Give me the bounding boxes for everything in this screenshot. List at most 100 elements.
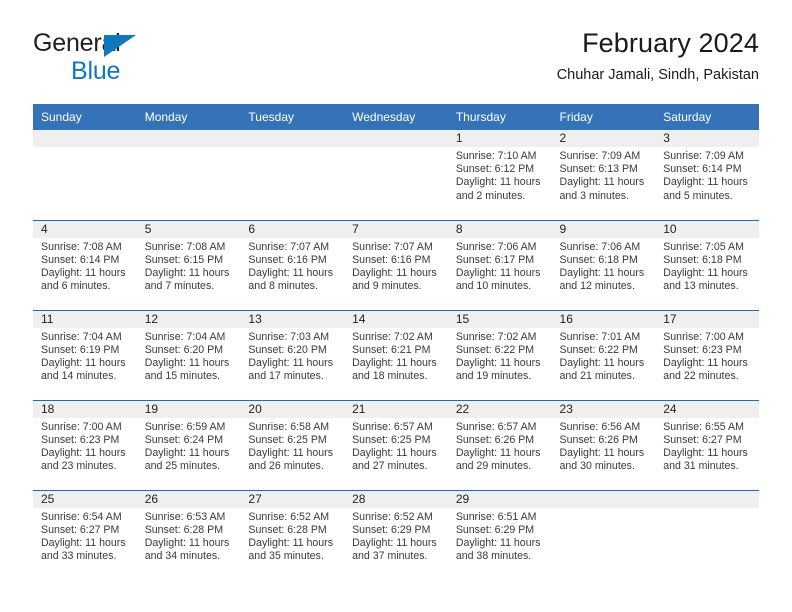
calendar-day-cell[interactable]: 21 Sunrise: 6:57 AM Sunset: 6:25 PM Dayligh…: [344, 399, 448, 490]
calendar-day-cell[interactable]: 19 Sunrise: 6:59 AM Sunset: 6:24 PM Dayligh…: [136, 399, 241, 490]
day-daylight1-text: Daylight: 11 hours: [144, 356, 230, 369]
day-sun-info: Sunrise: 6:54 AM Sunset: 6:27 PM Daylight:…: [33, 508, 137, 564]
calendar-day-cell[interactable]: 16 Sunrise: 7:01 AM Sunset: 6:22 PM Dayligh…: [551, 309, 656, 400]
day-number: 5: [136, 220, 241, 238]
calendar-day-cell[interactable]: 25 Sunrise: 6:54 AM Sunset: 6:27 PM Dayligh…: [33, 489, 137, 580]
day-sun-info: Sunrise: 6:57 AM Sunset: 6:25 PM Daylight:…: [344, 418, 448, 474]
calendar-day-cell-empty: [240, 130, 345, 220]
day-daylight1-text: Daylight: 11 hours: [352, 446, 437, 459]
calendar-day-cell[interactable]: 24 Sunrise: 6:55 AM Sunset: 6:27 PM Dayligh…: [655, 399, 759, 490]
calendar-day-cell[interactable]: 10 Sunrise: 7:05 AM Sunset: 6:18 PM Dayligh…: [655, 219, 759, 310]
day-sunrise-text: Sunrise: 7:08 AM: [41, 240, 122, 253]
day-sunrise-text: Sunrise: 7:02 AM: [352, 330, 433, 343]
calendar-day-cell[interactable]: 29 Sunrise: 6:51 AM Sunset: 6:29 PM Dayligh…: [447, 489, 552, 580]
weekday-header-saturday: Saturday: [655, 104, 759, 130]
day-daylight2-text: and 21 minutes.: [559, 370, 635, 383]
day-sun-info: Sunrise: 7:06 AM Sunset: 6:17 PM Daylight:…: [448, 238, 552, 294]
calendar-day-cell[interactable]: 8 Sunrise: 7:06 AM Sunset: 6:17 PM Daylight…: [447, 219, 552, 310]
day-daylight1-text: Daylight: 11 hours: [663, 356, 748, 369]
calendar-day-cell[interactable]: 23 Sunrise: 6:56 AM Sunset: 6:26 PM Dayligh…: [551, 399, 656, 490]
day-sunrise-text: Sunrise: 6:52 AM: [248, 510, 330, 523]
day-daylight2-text: and 31 minutes.: [663, 460, 739, 473]
calendar-day-cell[interactable]: 7 Sunrise: 7:07 AM Sunset: 6:16 PM Daylight…: [344, 219, 448, 310]
calendar-day-cell[interactable]: 15 Sunrise: 7:02 AM Sunset: 6:22 PM Dayligh…: [447, 309, 552, 400]
day-sun-info: Sunrise: 7:00 AM Sunset: 6:23 PM Daylight:…: [655, 328, 759, 384]
day-sunset-text: Sunset: 6:22 PM: [559, 343, 638, 356]
day-number: 27: [240, 490, 345, 508]
day-daylight2-text: and 12 minutes.: [559, 280, 635, 293]
calendar-day-cell[interactable]: 27 Sunrise: 6:52 AM Sunset: 6:28 PM Dayligh…: [240, 489, 345, 580]
day-sun-info: Sunrise: 6:52 AM Sunset: 6:28 PM Daylight:…: [240, 508, 344, 564]
day-daylight1-text: Daylight: 11 hours: [352, 356, 437, 369]
calendar-day-cell[interactable]: 11 Sunrise: 7:04 AM Sunset: 6:19 PM Dayligh…: [33, 309, 137, 400]
day-sunrise-text: Sunrise: 7:03 AM: [248, 330, 330, 343]
day-daylight1-text: Daylight: 11 hours: [41, 356, 126, 369]
day-sunset-text: Sunset: 6:29 PM: [455, 523, 535, 536]
calendar-day-cell[interactable]: 13 Sunrise: 7:03 AM Sunset: 6:20 PM Dayligh…: [240, 309, 345, 400]
calendar-day-cell[interactable]: 1 Sunrise: 7:10 AM Sunset: 6:12 PM Daylight…: [447, 130, 552, 220]
calendar-day-cell[interactable]: 5 Sunrise: 7:08 AM Sunset: 6:15 PM Daylight…: [136, 219, 241, 310]
day-sunrise-text: Sunrise: 6:51 AM: [455, 510, 537, 523]
calendar-day-cell[interactable]: 28 Sunrise: 6:52 AM Sunset: 6:29 PM Dayligh…: [344, 489, 448, 580]
day-number: [655, 490, 759, 508]
day-daylight2-text: and 35 minutes.: [248, 550, 324, 563]
day-sun-info: Sunrise: 7:08 AM Sunset: 6:14 PM Daylight:…: [33, 238, 137, 294]
day-number: [33, 130, 137, 147]
day-daylight2-text: and 25 minutes.: [144, 460, 221, 473]
calendar-day-cell[interactable]: 14 Sunrise: 7:02 AM Sunset: 6:21 PM Dayligh…: [344, 309, 448, 400]
day-daylight1-text: Daylight: 11 hours: [352, 536, 437, 549]
calendar-day-cell[interactable]: 9 Sunrise: 7:06 AM Sunset: 6:18 PM Daylight…: [551, 219, 656, 310]
day-sunrise-text: Sunrise: 6:54 AM: [41, 510, 122, 523]
day-sunrise-text: Sunrise: 6:58 AM: [248, 420, 330, 433]
day-number: 26: [136, 490, 241, 508]
day-sun-info: Sunrise: 6:53 AM Sunset: 6:28 PM Daylight:…: [137, 508, 241, 564]
day-daylight2-text: and 18 minutes.: [352, 370, 428, 383]
day-number: 7: [344, 220, 448, 238]
day-daylight2-text: and 5 minutes.: [663, 189, 733, 202]
day-sun-info: Sunrise: 7:09 AM Sunset: 6:13 PM Daylight:…: [552, 147, 656, 203]
day-sunrise-text: Sunrise: 6:55 AM: [663, 420, 744, 433]
day-sunset-text: Sunset: 6:20 PM: [144, 343, 224, 356]
day-daylight1-text: Daylight: 11 hours: [455, 266, 541, 279]
calendar-day-cell[interactable]: 2 Sunrise: 7:09 AM Sunset: 6:13 PM Daylight…: [551, 130, 656, 220]
calendar-day-cell[interactable]: 18 Sunrise: 7:00 AM Sunset: 6:23 PM Dayligh…: [33, 399, 137, 490]
day-number: 15: [447, 310, 552, 328]
calendar-day-cell[interactable]: 6 Sunrise: 7:07 AM Sunset: 6:16 PM Daylight…: [240, 219, 345, 310]
day-number: 10: [655, 220, 759, 238]
calendar-week-row: 25 Sunrise: 6:54 AM Sunset: 6:27 PM Dayligh…: [33, 489, 759, 580]
day-sun-info: Sunrise: 7:04 AM Sunset: 6:19 PM Daylight:…: [33, 328, 137, 384]
day-daylight1-text: Daylight: 11 hours: [352, 266, 437, 279]
day-daylight1-text: Daylight: 11 hours: [248, 356, 334, 369]
day-sun-info: Sunrise: 6:55 AM Sunset: 6:27 PM Daylight:…: [655, 418, 759, 474]
day-daylight1-text: Daylight: 11 hours: [144, 266, 230, 279]
day-sun-info: Sunrise: 6:58 AM Sunset: 6:25 PM Daylight:…: [240, 418, 344, 474]
calendar-day-cell[interactable]: 4 Sunrise: 7:08 AM Sunset: 6:14 PM Daylight…: [33, 219, 137, 310]
day-number: 22: [447, 400, 552, 418]
day-daylight1-text: Daylight: 11 hours: [559, 446, 645, 459]
day-daylight2-text: and 8 minutes.: [248, 280, 318, 293]
calendar-day-cell[interactable]: 26 Sunrise: 6:53 AM Sunset: 6:28 PM Dayligh…: [136, 489, 241, 580]
day-sunset-text: Sunset: 6:20 PM: [248, 343, 327, 356]
day-sun-info: Sunrise: 6:59 AM Sunset: 6:24 PM Daylight:…: [137, 418, 241, 474]
day-daylight2-text: and 34 minutes.: [144, 550, 221, 563]
day-sunrise-text: Sunrise: 7:00 AM: [663, 330, 744, 343]
day-number: [551, 490, 656, 508]
brand-logo[interactable]: General Blue: [33, 30, 273, 92]
day-daylight1-text: Daylight: 11 hours: [41, 266, 126, 279]
day-daylight2-text: and 2 minutes.: [455, 189, 526, 202]
day-daylight1-text: Daylight: 11 hours: [663, 446, 748, 459]
day-number: 3: [655, 130, 759, 147]
calendar-day-cell[interactable]: 3 Sunrise: 7:09 AM Sunset: 6:14 PM Daylight…: [655, 130, 759, 220]
calendar-page: General Blue February 2024 Chuhar Jamali…: [0, 0, 792, 612]
calendar-day-cell[interactable]: 20 Sunrise: 6:58 AM Sunset: 6:25 PM Dayligh…: [240, 399, 345, 490]
calendar-day-cell[interactable]: 12 Sunrise: 7:04 AM Sunset: 6:20 PM Dayligh…: [136, 309, 241, 400]
day-sunset-text: Sunset: 6:13 PM: [559, 163, 638, 176]
weekday-header-friday: Friday: [551, 104, 656, 130]
day-sunrise-text: Sunrise: 7:07 AM: [248, 240, 330, 253]
day-sun-info: Sunrise: 7:01 AM Sunset: 6:22 PM Daylight:…: [552, 328, 656, 384]
calendar-day-cell[interactable]: 22 Sunrise: 6:57 AM Sunset: 6:26 PM Dayligh…: [447, 399, 552, 490]
day-daylight1-text: Daylight: 11 hours: [455, 356, 541, 369]
calendar-day-cell[interactable]: 17 Sunrise: 7:00 AM Sunset: 6:23 PM Dayligh…: [655, 309, 759, 400]
day-sun-info: Sunrise: 7:06 AM Sunset: 6:18 PM Daylight:…: [552, 238, 656, 294]
brand-name-general: General: [33, 29, 121, 57]
